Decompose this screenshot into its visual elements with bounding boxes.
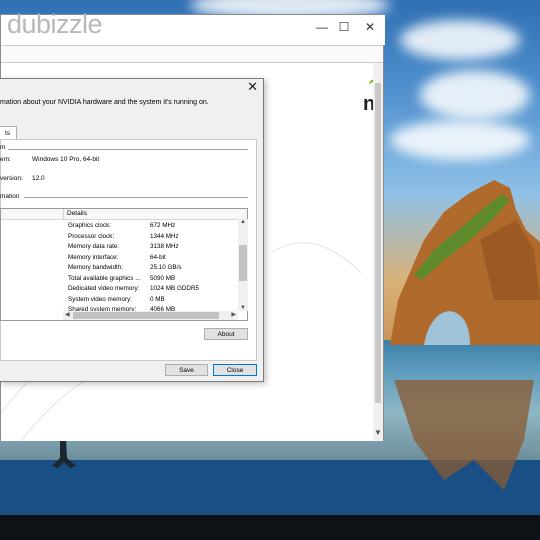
system-group-label: m <box>0 144 6 151</box>
scroll-left-icon[interactable]: ◀ <box>65 311 70 318</box>
wallpaper-rock-arch <box>390 180 540 345</box>
tab-details[interactable]: ts <box>0 126 18 140</box>
page-scrollbar[interactable]: ▼ <box>373 63 383 441</box>
save-button[interactable]: Save <box>165 364 208 376</box>
about-button[interactable]: About <box>204 328 248 340</box>
column-separator[interactable] <box>63 209 64 219</box>
detail-row-label: System video memory: <box>68 295 133 303</box>
scroll-down-icon[interactable]: ▼ <box>374 428 382 437</box>
scroll-right-icon[interactable]: ▶ <box>231 311 236 318</box>
browser-toolbar <box>1 45 383 63</box>
taskbar <box>0 515 540 540</box>
directx-label: version: <box>0 175 23 182</box>
wallpaper-figure <box>52 438 76 468</box>
detail-row-label: Memory bandwidth: <box>68 264 123 271</box>
close-window-button[interactable]: ✕ <box>357 17 383 37</box>
scrollbar-thumb[interactable] <box>375 83 381 403</box>
wallpaper-cloud <box>400 20 520 60</box>
list-horizontal-scrollbar[interactable]: ◀ ▶ <box>63 311 238 320</box>
detail-row-value: 5090 MB <box>150 274 176 282</box>
detail-row-label: Processor clock: <box>68 232 115 240</box>
detail-row-label: Total available graphics ... <box>68 274 141 282</box>
detail-row-value: 672 MHz <box>150 222 176 229</box>
wallpaper-cloud <box>420 70 530 120</box>
scroll-up-icon[interactable]: ▲ <box>240 219 246 225</box>
list-scroll-thumb[interactable] <box>239 245 247 281</box>
scroll-down-icon[interactable]: ▼ <box>240 305 246 311</box>
detail-row-value: 25.10 GB/s <box>150 264 182 271</box>
os-label: em: <box>0 156 11 163</box>
detail-row-value: 1024 MB GDDR5 <box>150 285 199 292</box>
details-list[interactable]: Details Graphics clock: 672 MHz Processo… <box>0 208 248 321</box>
info-group-label: mation <box>0 193 20 200</box>
directx-value: 12.0 <box>32 175 45 182</box>
list-vertical-scrollbar[interactable]: ▲ ▼ <box>238 219 248 311</box>
detail-row-label: Memory data rate: <box>68 243 120 250</box>
site-logo[interactable]: dubizzle <box>7 9 103 40</box>
list-header: Details <box>1 209 247 220</box>
wallpaper-cloud <box>390 120 530 160</box>
os-value: Windows 10 Pro, 64-bit <box>32 156 100 163</box>
maximize-button[interactable]: ☐ <box>331 17 357 37</box>
detail-row-label: Memory interface: <box>68 253 119 261</box>
detail-row-value: 0 MB <box>150 295 165 303</box>
wallpaper-reflection <box>394 380 534 490</box>
close-button[interactable]: Close <box>213 364 257 376</box>
detail-row-label: Dedicated video memory: <box>68 285 140 292</box>
dialog-close-icon[interactable]: ✕ <box>247 79 258 95</box>
detail-row-value: 64-bit <box>150 253 166 261</box>
list-hscroll-thumb[interactable] <box>73 312 219 319</box>
detail-row-value: 3138 MHz <box>150 243 179 250</box>
group-divider <box>24 197 248 198</box>
details-column-header[interactable]: Details <box>67 210 87 217</box>
detail-row-label: Graphics clock: <box>68 222 112 229</box>
dialog-description: mation about your NVIDIA hardware and th… <box>0 99 209 106</box>
browser-titlebar: dubizzle — ☐ ✕ <box>1 9 385 45</box>
detail-row-value: 1344 MHz <box>150 232 179 240</box>
group-divider <box>8 149 248 150</box>
system-information-dialog: ✕ mation about your NVIDIA hardware and … <box>0 78 264 382</box>
